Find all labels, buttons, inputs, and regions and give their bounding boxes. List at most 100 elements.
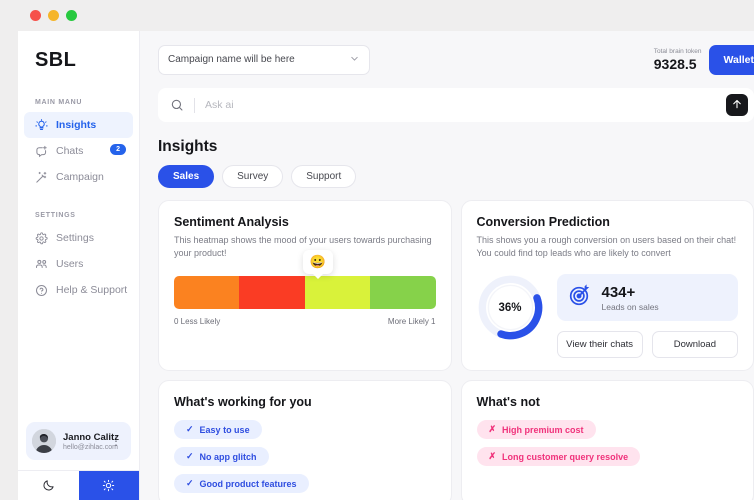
card-title: Sentiment Analysis xyxy=(174,215,289,229)
sidebar-item-chats[interactable]: Chats 2 xyxy=(24,138,133,164)
leads-caption: Leads on sales xyxy=(601,301,659,312)
window-titlebar xyxy=(18,0,754,31)
sidebar-item-users[interactable]: Users xyxy=(24,251,133,277)
tab-survey[interactable]: Survey xyxy=(222,165,284,188)
app-logo: SBL xyxy=(35,49,77,71)
card-title: What's not xyxy=(476,395,540,410)
check-icon: ✓ xyxy=(186,424,194,435)
page-title: Insights xyxy=(158,138,218,155)
nav-group-settings: SETTINGS Settings Users Help & Support xyxy=(18,212,139,303)
leads-summary: 434+ Leads on sales xyxy=(556,274,738,322)
user-name: Janno Calitz xyxy=(63,431,119,443)
conversion-details: 434+ Leads on sales View their chats Dow… xyxy=(556,274,738,359)
arrow-up-icon xyxy=(731,98,743,113)
cross-icon: ✗ xyxy=(488,424,497,435)
sidebar-item-label: Chats xyxy=(56,145,84,157)
lightbulb-icon xyxy=(35,118,48,132)
heatmap-segment-2 xyxy=(239,276,305,310)
positive-chip-list: ✓ Easy to use ✓ No app glitch ✓ Good pro… xyxy=(174,420,436,494)
grinning-face-emoji: 😀 xyxy=(309,254,326,270)
nav-group-main-menu: MAIN MANU Insights Chats 2 Campaign xyxy=(18,99,139,190)
sidebar-item-label: Help & Support xyxy=(56,284,128,296)
target-icon xyxy=(568,283,592,312)
whats-working-card: What's working for you ✓ Easy to use ✓ N… xyxy=(158,380,452,500)
send-button[interactable] xyxy=(726,94,748,116)
light-mode-button[interactable] xyxy=(78,471,139,500)
magic-wand-icon xyxy=(35,171,48,184)
leads-text: 434+ Leads on sales xyxy=(602,284,659,312)
check-icon: ✓ xyxy=(186,451,194,462)
window-minimize-button[interactable] xyxy=(48,10,59,21)
cross-icon: ✗ xyxy=(488,451,497,462)
chat-plus-icon xyxy=(35,145,48,158)
wallet-button[interactable]: Wallet xyxy=(709,44,754,75)
list-item[interactable]: ✓ Good product features xyxy=(174,474,309,494)
window-zoom-button[interactable] xyxy=(66,10,77,21)
conversion-prediction-card: Conversion Prediction This shows you a r… xyxy=(460,200,754,372)
campaign-select[interactable]: Campaign name will be here xyxy=(158,44,370,75)
negative-chip-list: ✗ High premium cost ✗ Long customer quer… xyxy=(476,420,739,467)
chats-unread-badge: 2 xyxy=(110,144,126,155)
main-content: Campaign name will be here Total brain t… xyxy=(140,31,754,500)
sidebar-item-label: Insights xyxy=(56,119,97,131)
check-icon: ✓ xyxy=(186,478,194,489)
ask-ai-bar xyxy=(158,88,754,122)
sentiment-analysis-card: Sentiment Analysis This heatmap shows th… xyxy=(158,200,452,372)
sidebar-item-settings[interactable]: Settings xyxy=(24,225,133,251)
insights-tabs: Sales Survey Support xyxy=(158,165,754,188)
sidebar-item-help-support[interactable]: Help & Support xyxy=(24,277,133,303)
chevron-down-icon xyxy=(349,53,360,67)
user-profile-card[interactable]: Janno Calitz hello@zihlac.com ⋮ xyxy=(26,422,131,460)
top-toolbar: Campaign name will be here Total brain t… xyxy=(140,31,754,88)
search-input[interactable] xyxy=(205,99,726,111)
heatmap-legend-left: 0 Less Likely xyxy=(174,317,221,327)
sidebar-item-insights[interactable]: Insights xyxy=(24,112,133,138)
theme-toggle-bar xyxy=(18,470,139,500)
tab-support[interactable]: Support xyxy=(291,165,357,188)
chip-label: No app glitch xyxy=(199,451,257,462)
nav-section-title-settings: SETTINGS xyxy=(35,212,76,219)
app-window: SBL MAIN MANU Insights Chats 2 Campaign … xyxy=(0,0,754,500)
campaign-select-value: Campaign name will be here xyxy=(168,54,295,65)
sidebar-item-campaign[interactable]: Campaign xyxy=(24,164,133,190)
leads-count: 434+ xyxy=(601,283,636,301)
tab-sales[interactable]: Sales xyxy=(158,165,215,188)
user-email: hello@zihlac.com xyxy=(63,443,118,451)
chip-label: High premium cost xyxy=(502,424,584,435)
window-close-button[interactable] xyxy=(30,10,41,21)
heatmap-legend: 0 Less Likely More Likely 1 xyxy=(174,317,436,326)
conversion-percent: 36% xyxy=(498,301,522,314)
sidebar: SBL MAIN MANU Insights Chats 2 Campaign … xyxy=(18,31,140,500)
sidebar-item-label: Campaign xyxy=(56,171,104,183)
sentiment-heatmap: 😀 0 Less Likely More Likely 1 xyxy=(174,250,436,326)
list-item[interactable]: ✗ High premium cost xyxy=(476,420,596,440)
chip-label: Good product features xyxy=(199,478,297,489)
brain-token-label: Total brain token xyxy=(653,47,702,55)
list-item[interactable]: ✓ No app glitch xyxy=(174,447,269,467)
conversion-donut-chart: 36% xyxy=(477,274,544,341)
chip-label: Long customer query resolve xyxy=(502,451,629,462)
list-item[interactable]: ✓ Easy to use xyxy=(174,420,262,440)
download-button[interactable]: Download xyxy=(651,331,738,359)
brain-token-readout: Total brain token 9328.5 xyxy=(654,48,710,72)
card-subtitle: This shows you a rough conversion on use… xyxy=(476,235,737,259)
avatar xyxy=(32,429,56,453)
conversion-body: 36% 434+ Leads on sales View their chats… xyxy=(477,274,738,359)
list-item[interactable]: ✗ Long customer query resolve xyxy=(476,447,641,467)
heatmap-legend-right: More Likely 1 xyxy=(387,317,436,327)
whats-not-card: What's not ✗ High premium cost ✗ Long cu… xyxy=(460,380,754,500)
dark-mode-button[interactable] xyxy=(18,471,79,500)
sidebar-item-label: Users xyxy=(56,258,84,270)
users-icon xyxy=(35,258,48,271)
heatmap-segment-1 xyxy=(174,276,240,310)
insight-cards-grid: Sentiment Analysis This heatmap shows th… xyxy=(158,200,754,500)
sentiment-emoji-marker: 😀 xyxy=(302,250,333,275)
search-divider xyxy=(194,97,195,113)
view-their-chats-button[interactable]: View their chats xyxy=(556,331,643,359)
user-meta: Janno Calitz hello@zihlac.com xyxy=(63,431,119,451)
heatmap-segment-3 xyxy=(304,276,371,310)
card-title: Conversion Prediction xyxy=(476,215,610,229)
kebab-menu-icon[interactable]: ⋮ xyxy=(107,435,125,447)
conversion-actions: View their chats Download xyxy=(556,331,738,359)
